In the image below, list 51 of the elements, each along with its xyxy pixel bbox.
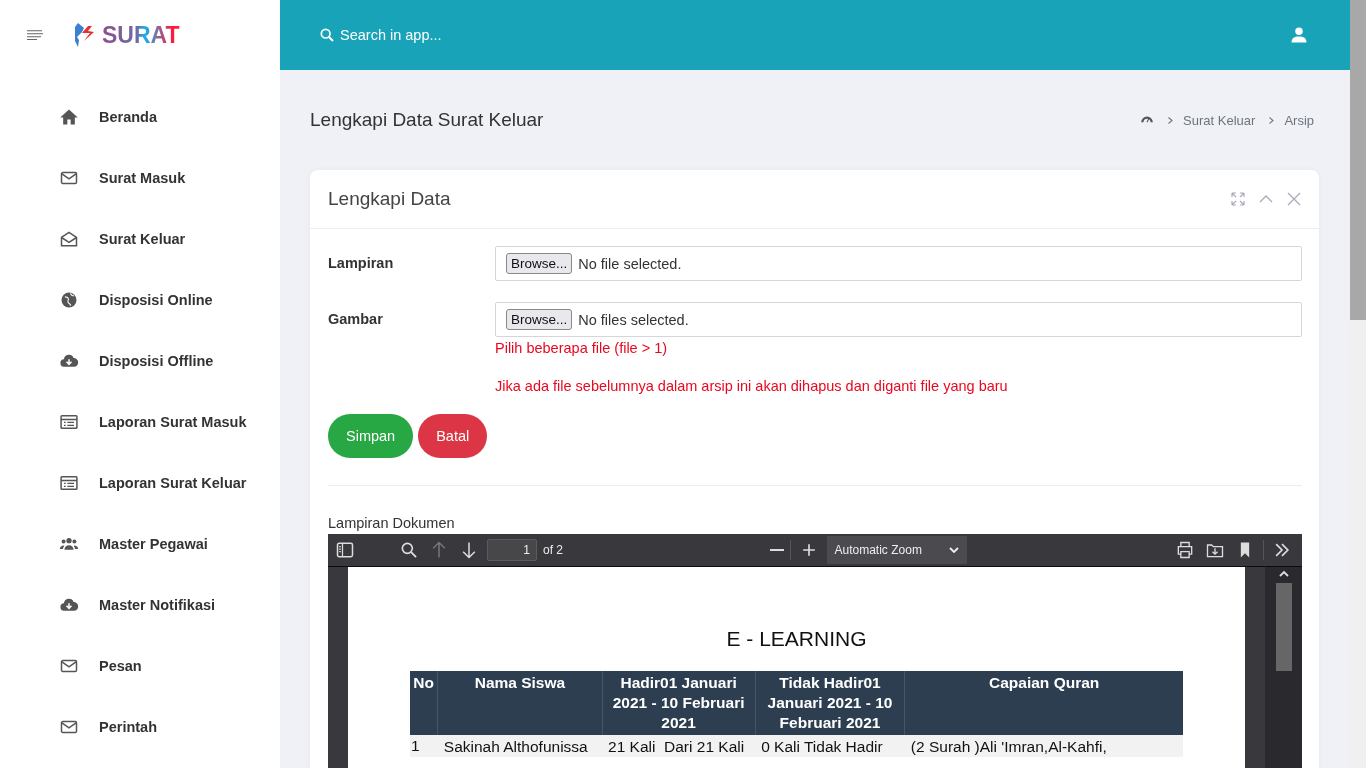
- minus-icon: [769, 549, 784, 551]
- chevron-down-icon: [948, 547, 959, 553]
- breadcrumb-link[interactable]: Arsip: [1284, 112, 1314, 128]
- chevron-right-icon: [1269, 116, 1275, 124]
- browse-button[interactable]: Browse...: [506, 253, 573, 274]
- cancel-button[interactable]: Batal: [418, 414, 488, 458]
- sidebar-item[interactable]: Perintah: [0, 696, 280, 757]
- sidebar-item[interactable]: Pesan: [0, 635, 280, 696]
- field-label: Lampiran: [328, 254, 395, 273]
- sidebar-item[interactable]: Master Notifikasi: [0, 574, 280, 635]
- card-title: Lengkapi Data: [328, 188, 451, 210]
- sidebar-item[interactable]: Master Pegawai: [0, 513, 280, 574]
- table-cell: 0 Kali Tidak Hadir: [755, 735, 905, 757]
- logo-icon: [74, 22, 96, 48]
- scrollbar-thumb[interactable]: [1350, 0, 1366, 320]
- table-cell: Sakinah Althofunissa: [437, 735, 603, 757]
- sidebar-item[interactable]: Surat Keluar: [0, 208, 280, 269]
- page-count: of 2: [543, 543, 563, 557]
- sidebar-item[interactable]: Disposisi Offline: [0, 330, 280, 391]
- file-input[interactable]: Browse... No file selected.: [495, 246, 1302, 281]
- sidebar-item[interactable]: Disposisi Online: [0, 269, 280, 330]
- column-header: Capaian Quran: [904, 671, 1183, 735]
- column-header: No: [410, 671, 438, 735]
- user-icon: [1290, 26, 1308, 44]
- file-input[interactable]: Browse... No files selected.: [495, 302, 1302, 337]
- sidebar-item[interactable]: Surat Masuk: [0, 147, 280, 208]
- help-text: Jika ada file sebelumnya dalam arsip ini akan dihapus dan diganti file yang baru: [495, 378, 1009, 394]
- column-header: Nama Siswa: [437, 671, 603, 735]
- page-title: Lengkapi Data Surat Keluar: [310, 109, 544, 131]
- chevron-right-icon: [1168, 116, 1174, 124]
- document-title: E - LEARNING: [726, 627, 867, 651]
- sidebar-item[interactable]: Beranda: [0, 86, 280, 147]
- browse-button[interactable]: Browse...: [506, 309, 573, 330]
- expand-icon: [1231, 192, 1245, 206]
- sidebar-item[interactable]: Laporan Surat Masuk: [0, 391, 280, 452]
- page-number-field[interactable]: 1: [487, 539, 537, 561]
- zoom-dropdown[interactable]: Automatic Zoom: [826, 536, 967, 564]
- scrollbar-thumb[interactable]: [1275, 583, 1292, 671]
- column-header: Tidak Hadir01 Januari 2021 - 10 Februari 2021: [755, 671, 905, 735]
- table-cell: 1: [410, 735, 438, 757]
- table-cell: (2 Surah )Ali 'Imran,Al-Kahfi,: [904, 735, 1183, 757]
- section-label: Lampiran Dokumen: [328, 515, 455, 531]
- breadcrumb-link[interactable]: Surat Keluar: [1183, 112, 1256, 128]
- menu-icon[interactable]: [27, 30, 43, 40]
- table-cell: 21 Kali Dari 21 Kali: [602, 735, 756, 757]
- field-label: Gambar: [328, 310, 384, 329]
- help-text: Pilih beberapa file (file > 1): [495, 340, 669, 356]
- column-header: Hadir01 Januari 2021 - 10 Februari 2021: [602, 671, 756, 735]
- sidebar-item[interactable]: Laporan Surat Keluar: [0, 452, 280, 513]
- search-icon: [319, 27, 335, 43]
- close-icon: [1287, 192, 1301, 206]
